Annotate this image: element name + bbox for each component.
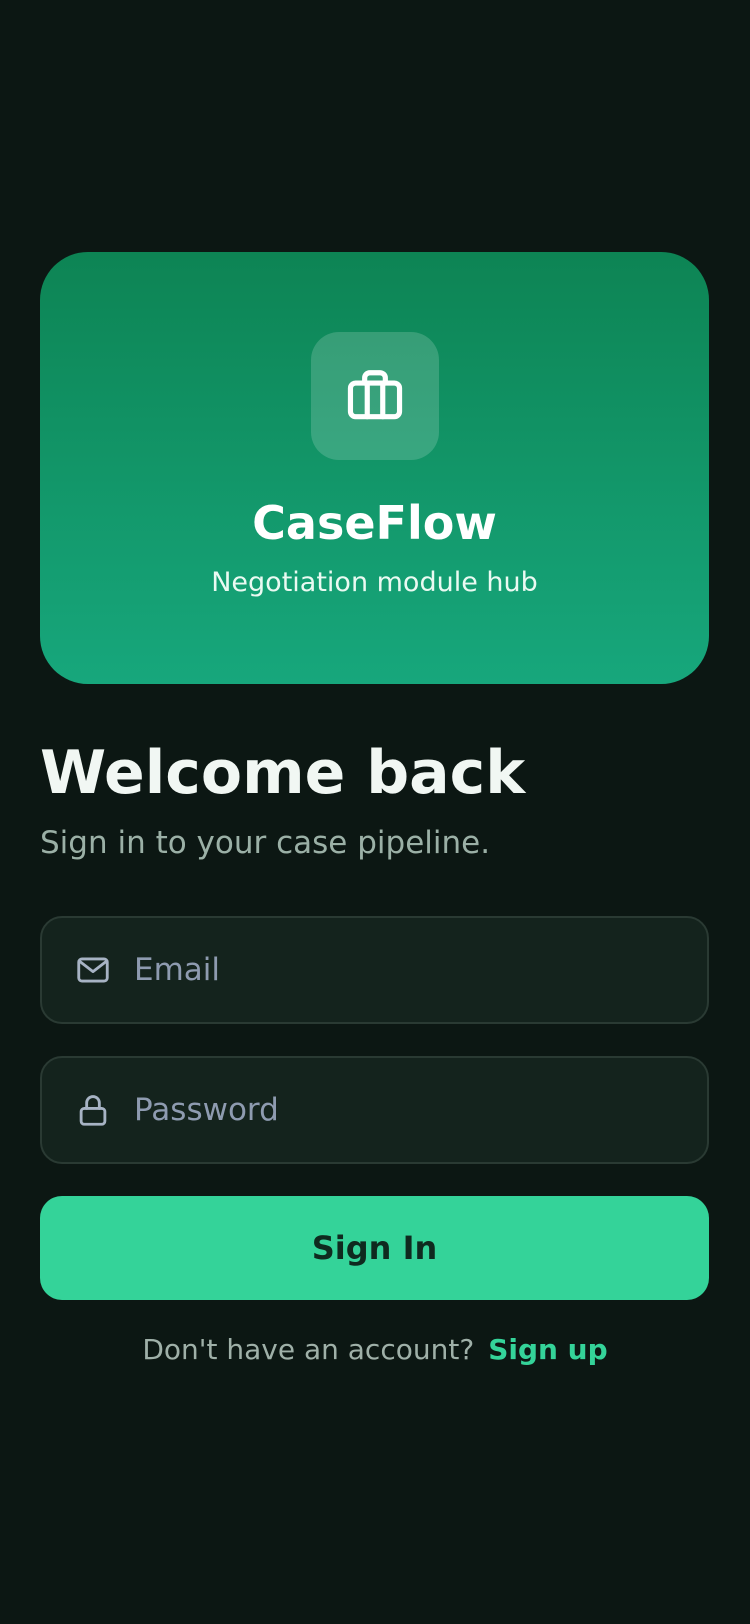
- sign-up-link[interactable]: Sign up: [488, 1333, 607, 1366]
- briefcase-icon: [347, 370, 402, 420]
- signup-prompt: Don't have an account?: [142, 1333, 475, 1366]
- sign-in-button[interactable]: Sign In: [40, 1196, 709, 1300]
- lock-icon: [79, 1095, 107, 1126]
- email-field[interactable]: [40, 916, 709, 1024]
- app-subtitle: Negotiation module hub: [211, 566, 538, 598]
- brand-card: CaseFlow Negotiation module hub: [40, 252, 709, 684]
- logo-badge: [310, 332, 439, 460]
- app-title: CaseFlow: [252, 496, 497, 550]
- password-field[interactable]: [40, 1056, 709, 1164]
- signup-row: Don't have an account? Sign up: [0, 1333, 750, 1367]
- page-subtitle: Sign in to your case pipeline.: [40, 825, 491, 861]
- page-title: Welcome back: [40, 738, 526, 808]
- email-input[interactable]: [134, 952, 654, 988]
- password-input[interactable]: [134, 1092, 654, 1128]
- mail-icon: [77, 957, 109, 983]
